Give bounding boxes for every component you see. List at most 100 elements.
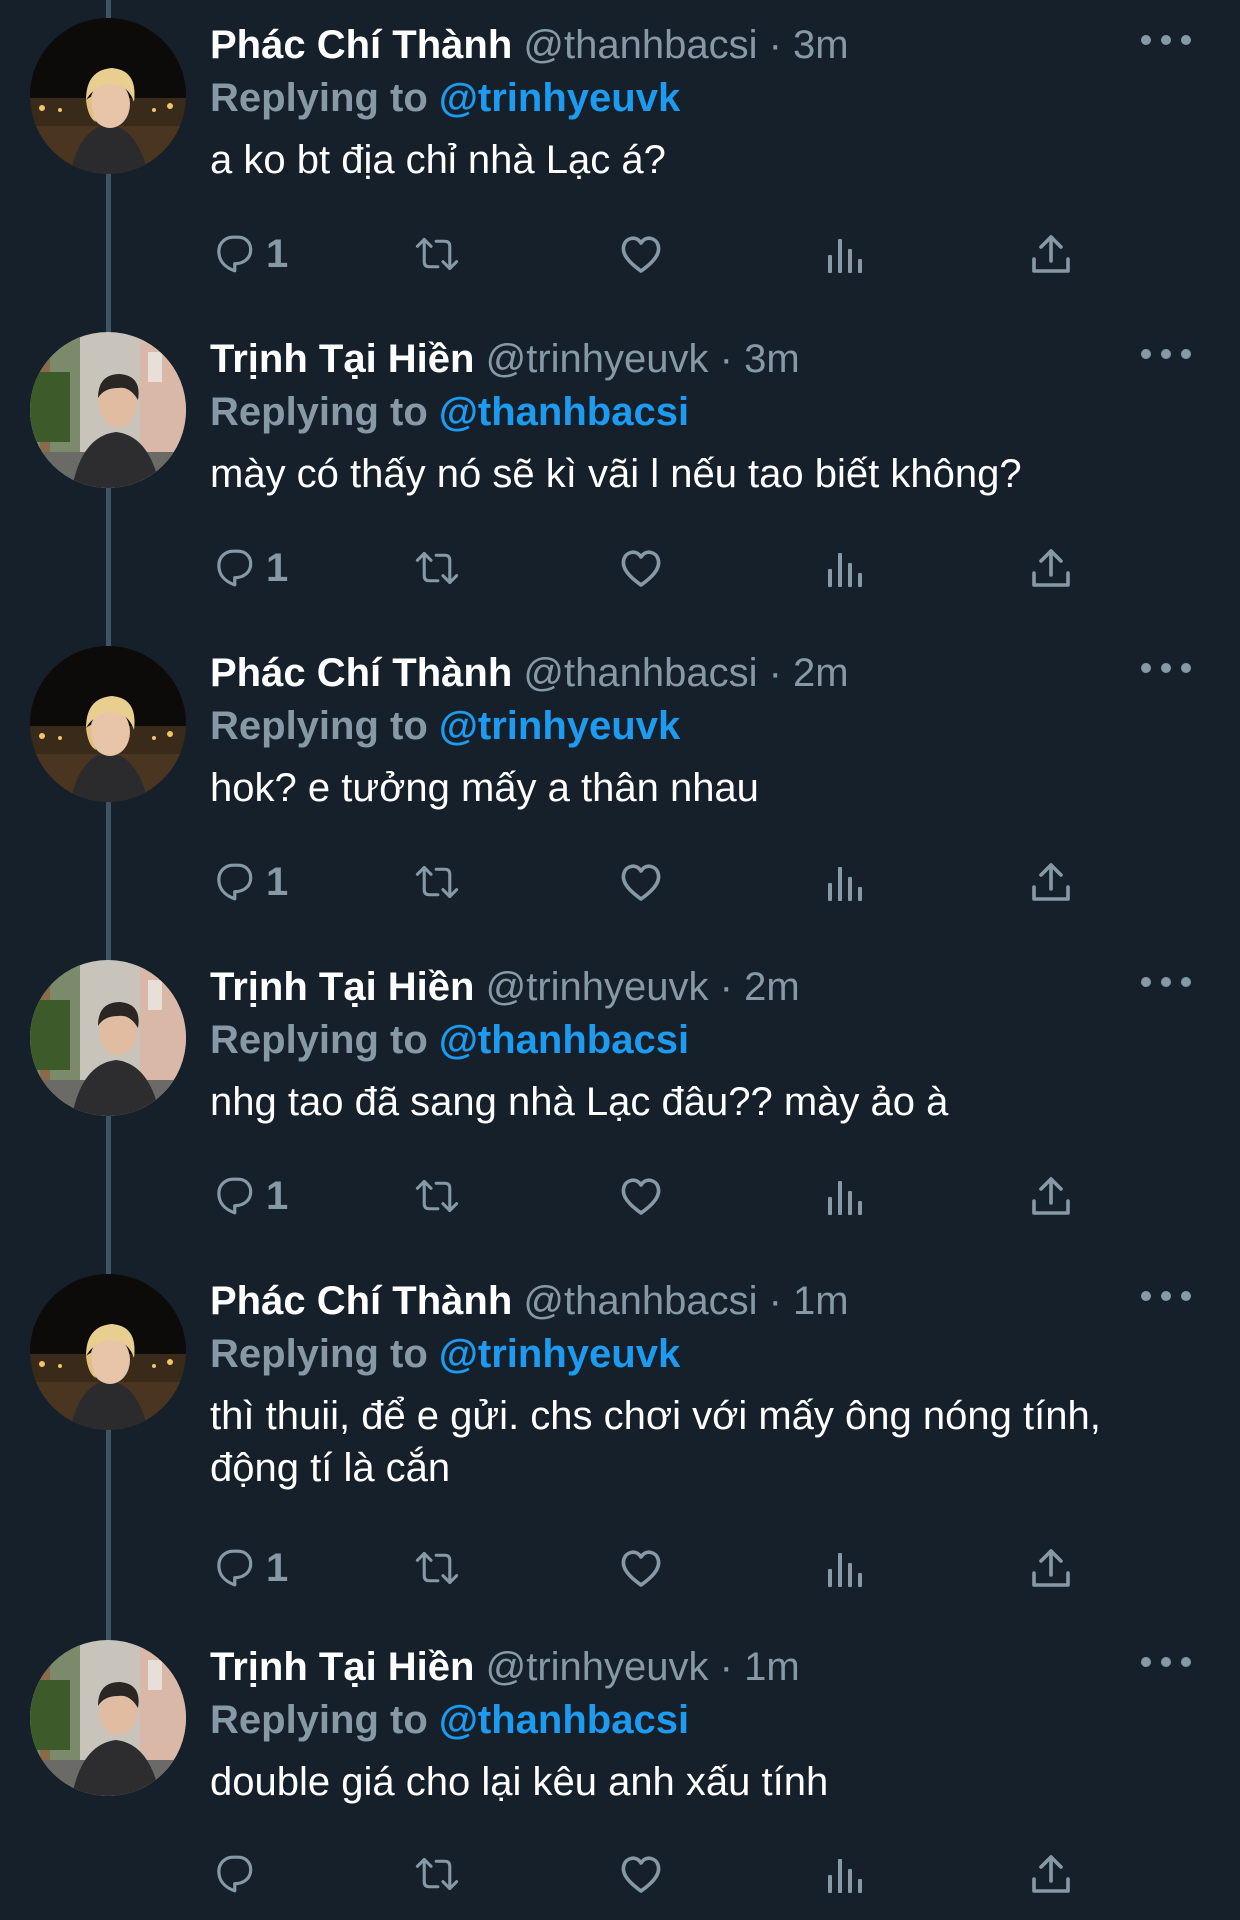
heart-icon xyxy=(621,1178,661,1215)
more-options-button[interactable] xyxy=(1136,334,1196,374)
author-handle[interactable]: @thanhbacsi xyxy=(523,1279,757,1323)
more-options-button[interactable] xyxy=(1136,962,1196,1002)
timestamp[interactable]: 3m xyxy=(793,23,849,67)
timestamp[interactable]: 3m xyxy=(744,337,800,381)
retweet-button[interactable] xyxy=(414,1168,460,1224)
more-options-button[interactable] xyxy=(1136,648,1196,688)
reply-button[interactable]: 1 xyxy=(210,540,288,596)
like-button[interactable] xyxy=(618,1540,664,1596)
reply-bubble-icon xyxy=(217,863,253,901)
reply-count: 1 xyxy=(266,231,289,276)
share-button[interactable] xyxy=(1028,226,1074,282)
avatar[interactable] xyxy=(30,960,186,1116)
author-name[interactable]: Phác Chí Thành xyxy=(210,1279,512,1323)
avatar[interactable] xyxy=(30,1640,186,1796)
share-button[interactable] xyxy=(1028,1540,1074,1596)
retweet-button[interactable] xyxy=(414,226,460,282)
retweet-icon xyxy=(415,1857,459,1891)
author-handle[interactable]: @trinhyeuvk xyxy=(486,1645,709,1689)
share-button[interactable] xyxy=(1028,540,1074,596)
tweet-header: Trịnh Tại Hiền @trinhyeuvk · 2m xyxy=(210,960,1170,1014)
author-name[interactable]: Phác Chí Thành xyxy=(210,23,512,67)
author-name[interactable]: Trịnh Tại Hiền xyxy=(210,1645,474,1689)
action-bar xyxy=(210,1846,1090,1902)
timestamp[interactable]: 2m xyxy=(744,965,800,1009)
author-name[interactable]: Trịnh Tại Hiền xyxy=(210,965,474,1009)
avatar[interactable] xyxy=(30,646,186,802)
replying-to-mention[interactable]: @trinhyeuvk xyxy=(439,704,680,748)
more-options-button[interactable] xyxy=(1136,1276,1196,1316)
like-button[interactable] xyxy=(618,226,664,282)
author-handle[interactable]: @thanhbacsi xyxy=(523,651,757,695)
reply-button[interactable]: 1 xyxy=(210,854,288,910)
tweet-text: thì thuii, để e gửi. chs chơi với mấy ôn… xyxy=(210,1394,1101,1490)
retweet-button[interactable] xyxy=(414,540,460,596)
views-button[interactable] xyxy=(822,1540,868,1596)
reply-button[interactable]: 1 xyxy=(210,1168,288,1224)
reply-button[interactable]: 1 xyxy=(210,226,288,282)
more-options-button[interactable] xyxy=(1136,20,1196,60)
action-bar: 1 xyxy=(210,1168,1090,1224)
tweet-text: hok? e tưởng mấy a thân nhau xyxy=(210,766,759,810)
like-button[interactable] xyxy=(618,1846,664,1902)
share-button[interactable] xyxy=(1028,1846,1074,1902)
reply-bubble-icon xyxy=(217,549,253,587)
avatar[interactable] xyxy=(30,332,186,488)
reply-bubble-icon xyxy=(217,235,253,273)
more-options-button[interactable] xyxy=(1136,1642,1196,1682)
timestamp[interactable]: 1m xyxy=(793,1279,849,1323)
reply-bubble-icon xyxy=(217,1177,253,1215)
share-upload-icon xyxy=(1032,235,1070,273)
author-name[interactable]: Phác Chí Thành xyxy=(210,651,512,695)
replying-to-mention[interactable]: @thanhbacsi xyxy=(439,1018,689,1062)
share-button[interactable] xyxy=(1028,1168,1074,1224)
avatar[interactable] xyxy=(30,18,186,174)
views-bar-chart-icon xyxy=(828,1859,862,1893)
replying-to-label: Replying to xyxy=(210,704,428,748)
like-button[interactable] xyxy=(618,540,664,596)
avatar[interactable] xyxy=(30,1274,186,1430)
views-button[interactable] xyxy=(822,854,868,910)
separator-dot: · xyxy=(768,23,782,67)
tweet-header: Trịnh Tại Hiền @trinhyeuvk · 1m xyxy=(210,1640,1170,1694)
views-button[interactable] xyxy=(822,1168,868,1224)
reply-bubble-icon xyxy=(217,1855,253,1893)
views-button[interactable] xyxy=(822,226,868,282)
reply-button[interactable]: 1 xyxy=(210,1540,288,1596)
replying-to-label: Replying to xyxy=(210,390,428,434)
more-horizontal-icon xyxy=(1141,1657,1191,1667)
views-bar-chart-icon xyxy=(828,867,862,901)
share-upload-icon xyxy=(1032,1177,1070,1215)
action-bar: 1 xyxy=(210,1540,1090,1596)
author-handle[interactable]: @thanhbacsi xyxy=(523,23,757,67)
replying-to-mention[interactable]: @thanhbacsi xyxy=(439,390,689,434)
timestamp[interactable]: 1m xyxy=(744,1645,800,1689)
tweet-header: Phác Chí Thành @thanhbacsi · 2m xyxy=(210,646,1170,700)
reply-thread: Phác Chí Thành @thanhbacsi · 3m Replying… xyxy=(0,0,1240,1920)
author-name[interactable]: Trịnh Tại Hiền xyxy=(210,337,474,381)
tweet-header: Phác Chí Thành @thanhbacsi · 1m xyxy=(210,1274,1170,1328)
replying-to-mention[interactable]: @trinhyeuvk xyxy=(439,76,680,120)
replying-to-label: Replying to xyxy=(210,1698,428,1742)
retweet-icon xyxy=(415,865,459,899)
author-handle[interactable]: @trinhyeuvk xyxy=(486,337,709,381)
replying-to-line: Replying to @trinhyeuvk xyxy=(210,1328,1170,1380)
heart-icon xyxy=(621,864,661,901)
retweet-button[interactable] xyxy=(414,1846,460,1902)
replying-to-label: Replying to xyxy=(210,76,428,120)
views-button[interactable] xyxy=(822,1846,868,1902)
like-button[interactable] xyxy=(618,1168,664,1224)
share-upload-icon xyxy=(1032,1855,1070,1893)
reply-button[interactable] xyxy=(210,1846,266,1902)
share-button[interactable] xyxy=(1028,854,1074,910)
replying-to-mention[interactable]: @thanhbacsi xyxy=(439,1698,689,1742)
retweet-button[interactable] xyxy=(414,854,460,910)
author-handle[interactable]: @trinhyeuvk xyxy=(486,965,709,1009)
heart-icon xyxy=(621,1550,661,1587)
replying-to-mention[interactable]: @trinhyeuvk xyxy=(439,1332,680,1376)
retweet-button[interactable] xyxy=(414,1540,460,1596)
timestamp[interactable]: 2m xyxy=(793,651,849,695)
views-button[interactable] xyxy=(822,540,868,596)
like-button[interactable] xyxy=(618,854,664,910)
views-bar-chart-icon xyxy=(828,239,862,273)
